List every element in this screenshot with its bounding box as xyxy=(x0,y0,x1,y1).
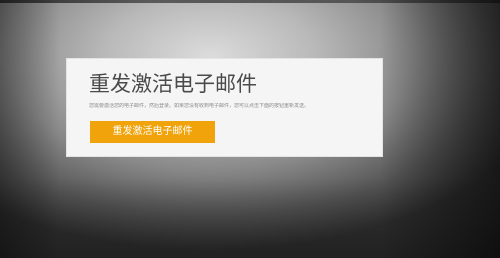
background-right-shade xyxy=(380,0,500,258)
card-title: 重发激活电子邮件 xyxy=(89,72,257,96)
resend-activation-card: 重发激活电子邮件 您需要激活您的电子邮件，然后登录。如果您没有收到电子邮件，您可… xyxy=(66,58,383,157)
background-left-shade xyxy=(0,0,60,258)
top-edge-strip xyxy=(0,0,500,3)
resend-activation-email-button[interactable]: 重发激活电子邮件 xyxy=(90,121,215,143)
background-bottom-shade xyxy=(0,178,500,258)
card-description: 您需要激活您的电子邮件，然后登录。如果您没有收到电子邮件，您可以点击下面的按钮重… xyxy=(89,103,310,109)
